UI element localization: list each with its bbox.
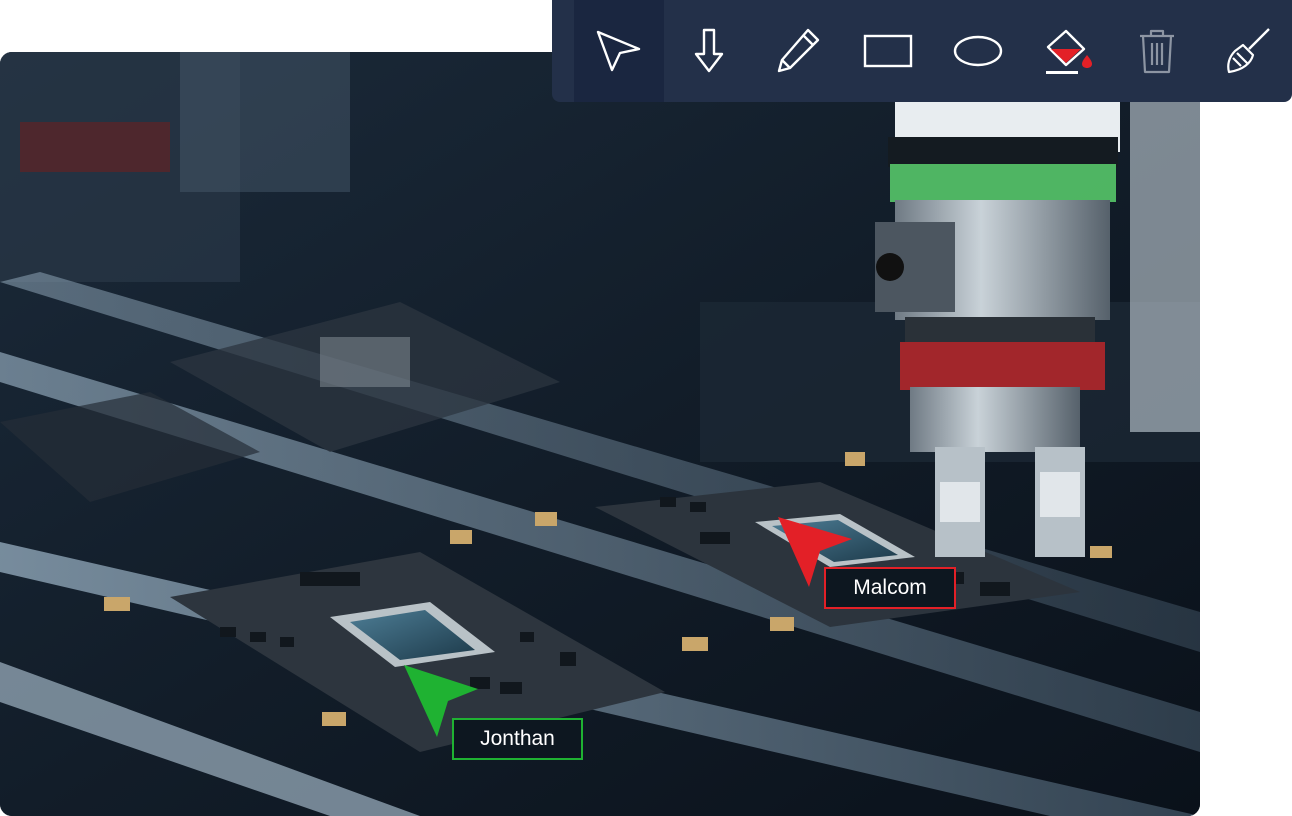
rectangle-tool-button[interactable] [843,0,933,102]
ellipse-tool-button[interactable] [933,0,1023,102]
fill-tool-button[interactable] [1023,0,1113,102]
drawing-toolbar [552,0,1292,102]
rectangle-icon [863,34,913,68]
pointer-icon [596,30,641,72]
clear-tool-button[interactable] [1202,0,1292,102]
paint-bucket-icon [1045,29,1092,74]
trash-icon [1140,29,1175,74]
arrow-down-icon [694,28,723,73]
pencil-icon [778,28,820,73]
pcb-assembly-photo [0,52,1200,816]
collaborator-label-malcom: Malcom [824,567,956,609]
broom-icon [1227,28,1270,74]
collaborator-label-jonthan: Jonthan [452,718,583,760]
canvas-photo[interactable] [0,52,1200,816]
ellipse-icon [953,35,1003,67]
select-tool-button[interactable] [574,0,664,102]
delete-tool-button[interactable] [1113,0,1203,102]
pencil-tool-button[interactable] [754,0,844,102]
arrow-tool-button[interactable] [664,0,754,102]
